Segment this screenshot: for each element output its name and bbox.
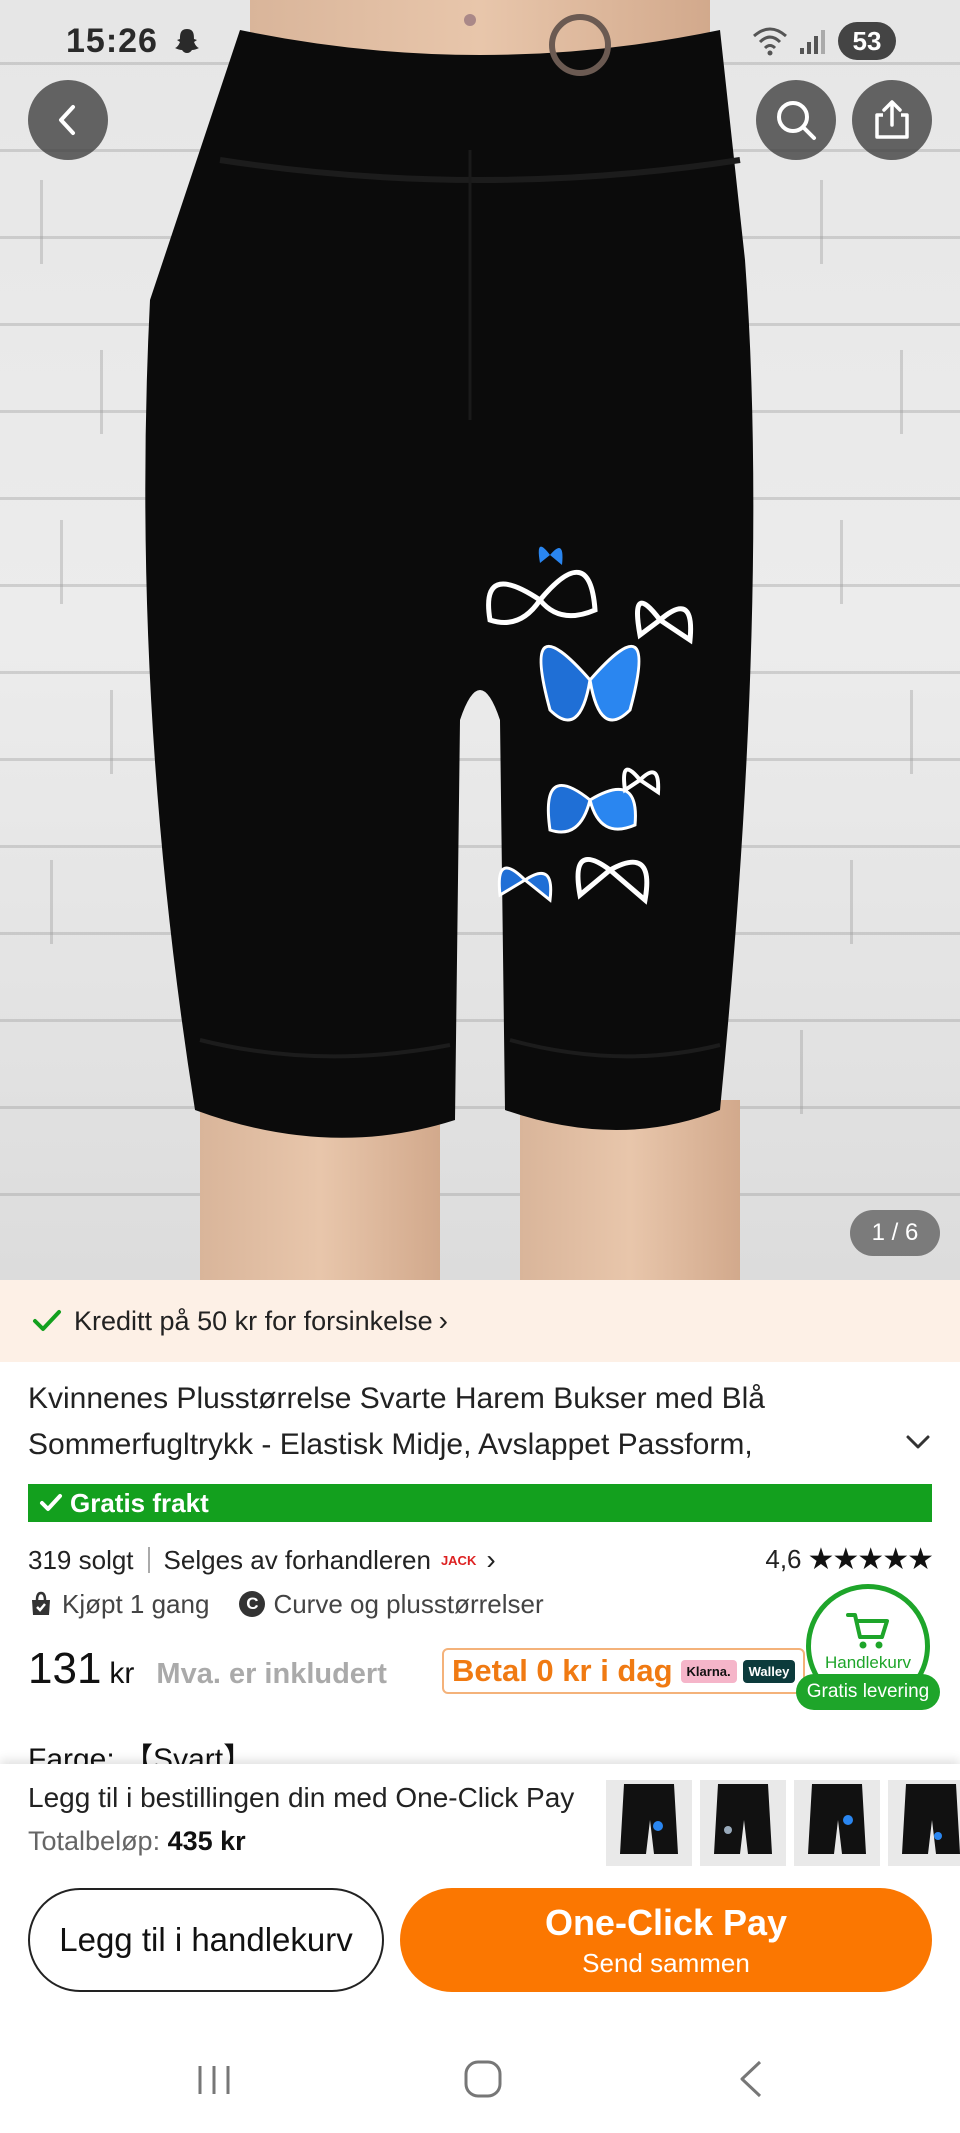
walley-logo: Walley [742, 1659, 796, 1683]
image-counter: 1 / 6 [850, 1210, 940, 1256]
curve-icon: C [239, 1591, 266, 1617]
product-image[interactable]: 15:26 53 1 / 6 [0, 0, 960, 1280]
free-shipping-text: Gratis frakt [70, 1487, 209, 1518]
check-icon [40, 1494, 62, 1511]
sold-count: 319 solgt [28, 1544, 134, 1575]
credit-text: Kreditt på 50 kr for forsinkelse [74, 1305, 433, 1336]
order-thumbnail[interactable] [794, 1780, 880, 1866]
meta-row: 319 solgt Selges av forhandleren JACK › … [28, 1540, 934, 1580]
seller-link[interactable]: Selges av forhandleren [164, 1545, 431, 1576]
total-label: Totalbeløp: [28, 1826, 161, 1856]
price-currency: kr [109, 1657, 135, 1690]
share-icon [875, 100, 909, 139]
chevron-left-icon [59, 105, 75, 135]
curve-tag[interactable]: C Curve og plusstørrelser [239, 1588, 544, 1620]
battery-indicator: 53 [838, 22, 896, 60]
color-label: Farge: [28, 1743, 115, 1764]
status-bar: 15:26 53 [0, 0, 960, 84]
chevron-down-icon[interactable] [900, 1424, 936, 1460]
one-click-pay-label: One-Click Pay [544, 1901, 788, 1943]
signal-icon [800, 30, 825, 54]
home-icon[interactable] [462, 2058, 504, 2100]
cart-label: Handlekurv [825, 1653, 911, 1672]
order-thumbnails [606, 1780, 960, 1866]
star-rating-icon: ★★★★★ [807, 1543, 934, 1576]
search-button[interactable] [756, 80, 836, 160]
bought-text: Kjøpt 1 gang [62, 1588, 210, 1619]
order-thumbnail[interactable] [700, 1780, 786, 1866]
vat-note: Mva. er inkludert [156, 1658, 387, 1690]
credit-banner[interactable]: Kreditt på 50 kr for forsinkelse › [0, 1280, 960, 1362]
search-icon [777, 101, 816, 140]
add-to-cart-button[interactable]: Legg til i handlekurv [28, 1888, 384, 1992]
shopping-bag-icon [32, 1591, 50, 1615]
status-time: 15:26 [66, 22, 158, 60]
pants-thumbnail-icon [714, 1784, 772, 1854]
pay-later-text: Betal 0 kr i dag [452, 1653, 673, 1688]
free-delivery-badge: Gratis levering [796, 1674, 940, 1710]
color-value: 【Svart】 [123, 1743, 254, 1764]
pants-thumbnail-icon [620, 1784, 678, 1854]
share-button[interactable] [852, 80, 932, 160]
total-value: 435 kr [167, 1826, 246, 1856]
product-title[interactable]: Kvinnenes Plusstørrelse Svarte Harem Buk… [28, 1376, 888, 1468]
bought-tag: Kjøpt 1 gang [28, 1589, 209, 1620]
pants-illustration [145, 14, 754, 1138]
check-icon [33, 1310, 61, 1331]
klarna-logo: Klarna. [680, 1659, 737, 1683]
system-nav-bar [0, 2040, 960, 2133]
price-row: 131 kr Mva. er inkludert [28, 1644, 387, 1704]
order-thumbnail[interactable] [888, 1780, 960, 1866]
rating-value: 4,6 [765, 1544, 802, 1574]
free-shipping-badge: Gratis frakt [28, 1484, 932, 1522]
pants-thumbnail-icon [808, 1784, 866, 1854]
send-together-label: Send sammen [582, 1947, 750, 1978]
recent-apps-icon[interactable] [194, 2060, 234, 2100]
back-nav-icon[interactable] [734, 2058, 770, 2100]
shopping-cart-icon [846, 1613, 889, 1649]
pay-later-banner[interactable]: Betal 0 kr i dag Klarna. Walley [442, 1648, 806, 1694]
total-amount: Totalbeløp: 435 kr [28, 1826, 246, 1857]
wifi-icon [753, 27, 787, 56]
chevron-right-icon: › [438, 1305, 448, 1336]
one-click-pay-button[interactable]: One-Click Pay Send sammen [400, 1888, 932, 1992]
rating[interactable]: 4,6 ★★★★★ [765, 1542, 934, 1577]
snapchat-ghost-icon [175, 29, 199, 53]
divider [147, 1547, 150, 1573]
chevron-right-icon[interactable]: › [486, 1544, 495, 1576]
price-value: 131 [28, 1644, 102, 1693]
one-click-title: Legg til i bestillingen din med One-Clic… [28, 1782, 575, 1813]
back-button[interactable] [28, 80, 108, 160]
curve-text: Curve og plusstørrelser [273, 1588, 544, 1619]
pants-thumbnail-icon [902, 1784, 960, 1854]
tag-row: Kjøpt 1 gang C Curve og plusstørrelser [28, 1584, 574, 1624]
order-thumbnail[interactable] [606, 1780, 692, 1866]
color-selector-label: Farge: 【Svart】 [28, 1734, 253, 1764]
seller-logo: JACK [440, 1552, 477, 1568]
